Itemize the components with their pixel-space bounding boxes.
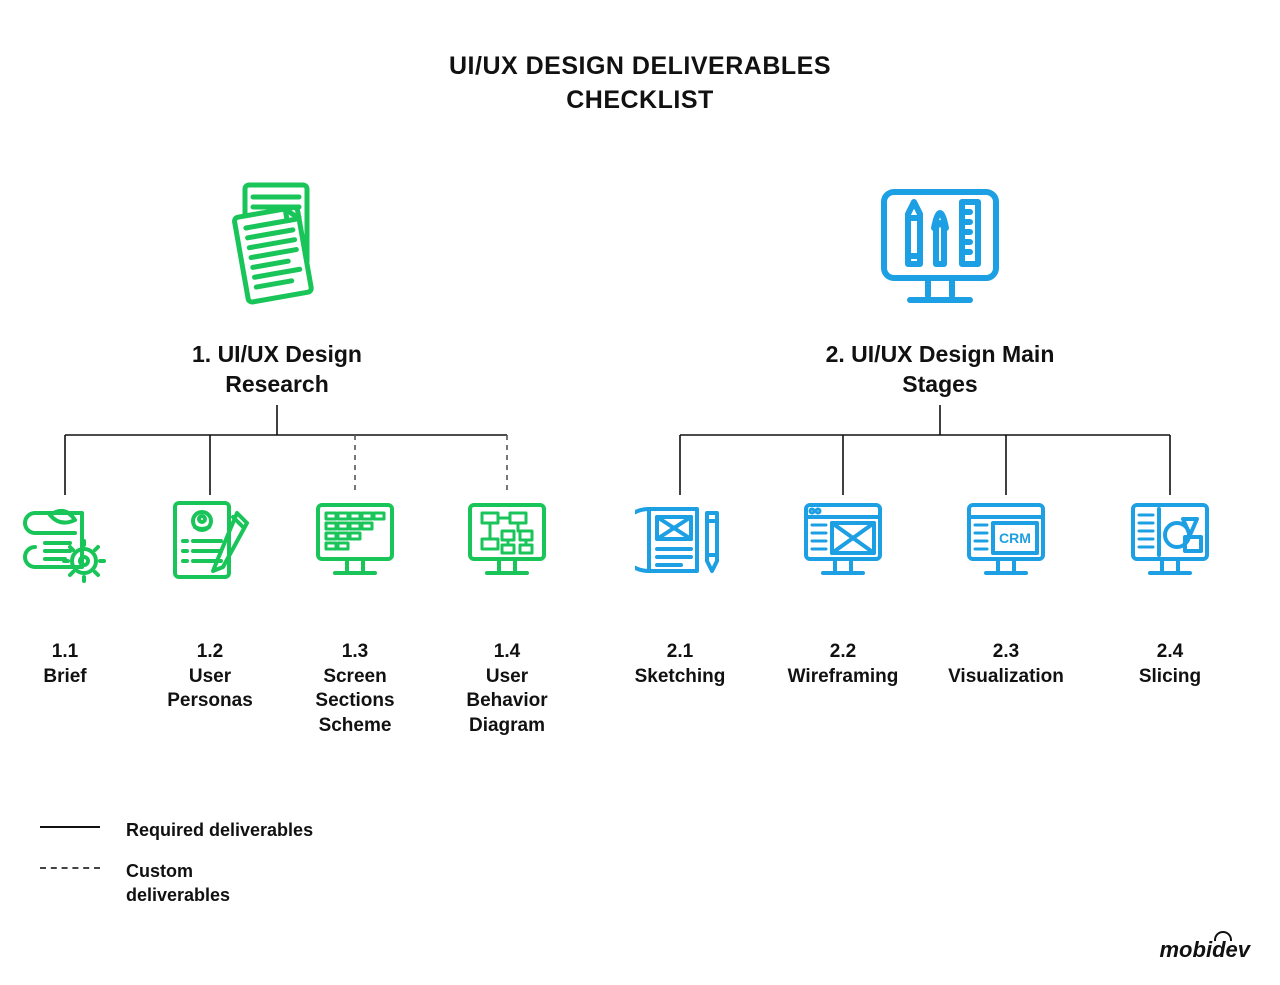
label-2-2: 2.2 Wireframing — [773, 640, 913, 689]
legend-line-dashed-icon — [40, 860, 100, 874]
diagram-canvas: { "title": { "line1": "UI/UX DESIGN DELI… — [0, 0, 1280, 985]
label-2-3: 2.3 Visualization — [936, 640, 1076, 689]
num-2-2: 2.2 — [773, 640, 913, 665]
svg-text:CRM: CRM — [999, 530, 1031, 546]
wireframe-icon — [798, 495, 888, 585]
num-2-3: 2.3 — [936, 640, 1076, 665]
visualization-icon: CRM — [961, 495, 1051, 585]
label-2-1: 2.1 Sketching — [610, 640, 750, 689]
brand-logo: mobidev — [1160, 937, 1251, 963]
num-2-4: 2.4 — [1100, 640, 1240, 665]
text-2-3: Visualization — [948, 666, 1064, 687]
slicing-icon — [1125, 495, 1215, 585]
label-2-4: 2.4 Slicing — [1100, 640, 1240, 689]
legend-row-required: Required deliverables — [40, 819, 440, 842]
text-2-2: Wireframing — [788, 666, 899, 687]
text-2-4: Slicing — [1139, 666, 1201, 687]
legend-required-label: Required deliverables — [126, 819, 313, 842]
num-2-1: 2.1 — [610, 640, 750, 665]
legend-custom-label: Custom deliverables — [126, 860, 276, 907]
text-2-1: Sketching — [635, 666, 726, 687]
legend-row-custom: Custom deliverables — [40, 860, 440, 907]
legend: Required deliverables Custom deliverable… — [40, 819, 440, 925]
sketching-icon — [635, 495, 725, 585]
legend-line-solid-icon — [40, 819, 100, 833]
